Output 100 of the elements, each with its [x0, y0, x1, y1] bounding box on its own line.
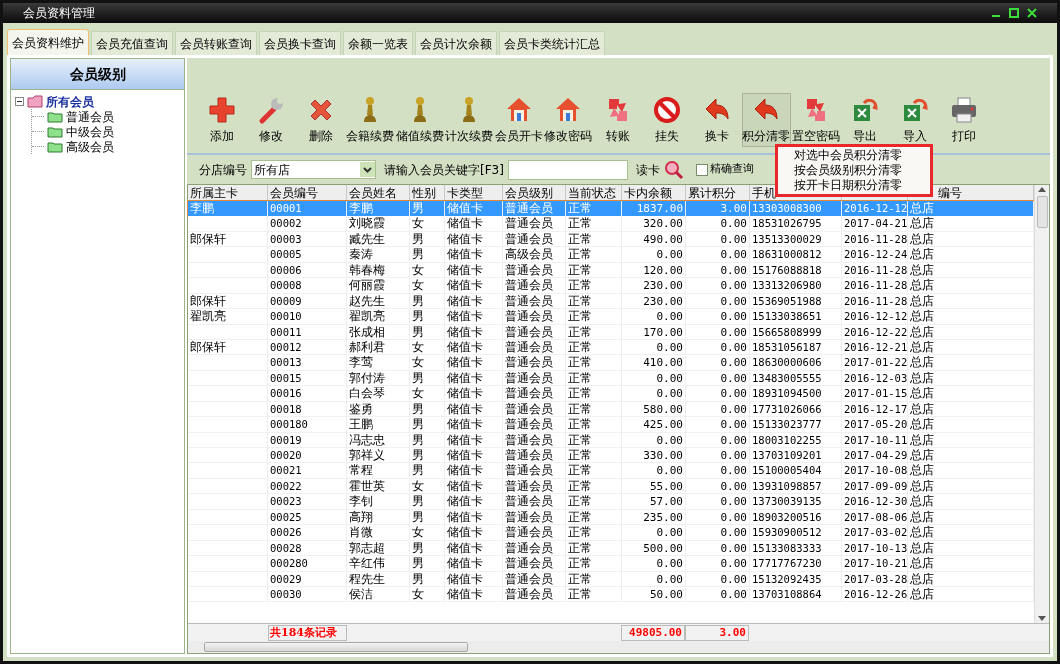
table-cell: 2016-12-24 [842, 247, 908, 262]
table-row[interactable]: 00020 郭祥义 男 储值卡 普通会员 正常 330.00 0.00 13703109201 2017-04-29 总店 [188, 448, 1034, 464]
table-cell: 男 [410, 401, 445, 417]
toolbar-button[interactable]: 置空密码 [791, 93, 841, 147]
table-row[interactable]: 00023 李钊 男 储值卡 普通会员 正常 57.00 0.00 13730039135 2016-12-30 总店 [188, 494, 1034, 510]
table-cell: 普通会员 [503, 355, 566, 370]
menu-item[interactable]: 对选中会员积分清零 [778, 148, 930, 163]
table-cell: 00030 [268, 586, 347, 602]
toolbar-button[interactable]: 积分清零 [741, 93, 791, 147]
toolbar-button[interactable]: 挂失 [642, 93, 692, 147]
table-cell: 2016-12-12 [842, 309, 908, 324]
tab[interactable]: 会员转账查询 [175, 31, 257, 55]
balance-total: 49805.00 [621, 624, 685, 641]
table-row[interactable]: 00005 秦涛 男 储值卡 高级会员 正常 0.00 0.00 18631000812 2016-12-24 总店 [188, 247, 1034, 263]
table-cell: 正常 [566, 417, 622, 432]
table-cell: 女 [410, 478, 445, 494]
toolbar-button[interactable]: 储值续费 [395, 93, 445, 147]
table-cell: 0.00 [622, 370, 686, 386]
table-cell: 何丽霞 [347, 278, 410, 293]
table-cell: 郝利君 [347, 339, 410, 355]
table-cell: 普通会员 [503, 401, 566, 417]
toolbar-button[interactable]: 删除 [296, 93, 346, 147]
table-cell: 2017-01-22 [842, 355, 908, 370]
table-cell: 普通会员 [503, 556, 566, 571]
search-icon[interactable] [663, 159, 684, 180]
table-cell: 0.00 [686, 216, 750, 231]
table-row[interactable]: 00013 李莺 女 储值卡 普通会员 正常 410.00 0.00 18630000606 2017-01-22 总店 [188, 355, 1034, 371]
table-cell: 正常 [566, 278, 622, 293]
table-row[interactable]: 翟凯亮 00010 翟凯亮 男 储值卡 普通会员 正常 0.00 0.00 15133038651 2016-12-12 总店 [188, 309, 1034, 325]
table-cell: 15132092435 [750, 571, 842, 586]
table-cell: 00022 [268, 478, 347, 494]
toolbar-button[interactable]: 会籍续费 [345, 93, 395, 147]
table-cell: 储值卡 [445, 339, 503, 355]
table-row[interactable]: 00016 白会琴 女 储值卡 普通会员 正常 0.00 0.00 18931094500 2017-01-15 总店 [188, 386, 1034, 402]
tab[interactable]: 会员换卡查询 [259, 31, 341, 55]
tab[interactable]: 余额一览表 [343, 31, 413, 55]
table-cell: 2016-12-30 [842, 494, 908, 509]
table-cell: 2016-12-17 [842, 401, 908, 417]
table-cell: 男 [410, 231, 445, 247]
table-cell: 韩春梅 [347, 262, 410, 278]
table-cell: 490.00 [622, 231, 686, 247]
table-cell: 正常 [566, 293, 622, 309]
table-cell: 肖微 [347, 525, 410, 540]
toolbar-button[interactable]: 修改 [246, 93, 296, 147]
exact-checkbox[interactable] [695, 163, 708, 176]
table-cell: 普通会员 [503, 216, 566, 231]
table-cell: 正常 [566, 231, 622, 247]
toolbar-button[interactable]: 会员开卡 [494, 93, 544, 147]
table-cell: 2016-12-22 [842, 324, 908, 339]
table-cell: 0.00 [686, 417, 750, 432]
table-row[interactable]: 000180 王鹏 男 储值卡 普通会员 正常 425.00 0.00 15133023777 2017-05-20 总店 [188, 417, 1034, 433]
toolbar-button[interactable]: 打印 [939, 93, 989, 147]
table-cell: 正常 [566, 586, 622, 602]
store-select[interactable]: 所有店 [251, 160, 376, 179]
table-cell: 普通会员 [503, 540, 566, 556]
table-cell: 储值卡 [445, 478, 503, 494]
table-cell: 55.00 [622, 478, 686, 494]
table-row[interactable]: 00021 常程 男 储值卡 普通会员 正常 0.00 0.00 15100005404 2017-10-08 总店 [188, 463, 1034, 479]
horizontal-scrollbar-thumb[interactable] [204, 642, 468, 652]
table-cell: 2017-04-21 [842, 216, 908, 231]
table-cell: 0.00 [686, 231, 750, 247]
table-cell: 正常 [566, 262, 622, 278]
table-cell: 2017-04-29 [842, 448, 908, 463]
table-cell: 15100005404 [750, 463, 842, 478]
tab[interactable]: 会员资料维护 [7, 29, 89, 55]
table-cell: 0.00 [622, 463, 686, 478]
collapse-toggle[interactable] [15, 97, 24, 106]
table-cell: 13513300029 [750, 231, 842, 247]
table-cell: 00008 [268, 278, 347, 293]
table-row[interactable]: 00026 肖微 女 储值卡 普通会员 正常 0.00 0.00 15930900512 2017-03-02 总店 [188, 525, 1034, 541]
table-cell: 2016-12-21 [842, 339, 908, 355]
scroll-down-icon[interactable] [1038, 616, 1046, 621]
table-row[interactable]: 00008 何丽霞 女 储值卡 普通会员 正常 230.00 0.00 13313206980 2016-11-28 总店 [188, 278, 1034, 294]
scrollbar-thumb[interactable] [1036, 196, 1048, 228]
menu-item[interactable]: 按会员级别积分清零 [778, 163, 930, 178]
tab[interactable]: 会员充值查询 [91, 31, 173, 55]
tab[interactable]: 会员卡类统计汇总 [499, 31, 605, 55]
table-cell: 2017-05-20 [842, 417, 908, 432]
toolbar-button[interactable]: 修改密码 [543, 93, 593, 147]
table-cell: 0.00 [686, 448, 750, 463]
table-cell: 正常 [566, 463, 622, 478]
toolbar-button[interactable]: 换卡 [692, 93, 742, 147]
table-cell: 2016-11-28 [842, 293, 908, 309]
toolbar-button[interactable]: 转账 [593, 93, 643, 147]
table-cell: 320.00 [622, 216, 686, 231]
keyword-field[interactable] [507, 159, 628, 180]
toolbar-button[interactable]: 添加 [197, 93, 247, 147]
table-row[interactable]: 000280 辛红伟 男 储值卡 普通会员 正常 0.00 0.00 17717767230 2017-10-21 总店 [188, 556, 1034, 572]
table-cell: 储值卡 [445, 293, 503, 309]
table-row[interactable]: 00002 刘晓霞 女 储值卡 普通会员 正常 320.00 0.00 18531026795 2017-04-21 总店 [188, 216, 1034, 232]
table-cell: 普通会员 [503, 262, 566, 278]
toolbar-button[interactable]: 计次续费 [444, 93, 494, 147]
close-icon[interactable] [1027, 8, 1037, 18]
vertical-scrollbar[interactable] [1034, 185, 1049, 623]
tab[interactable]: 会员计次余额 [415, 31, 497, 55]
table-cell: 储值卡 [445, 247, 503, 262]
maximize-icon[interactable] [1009, 8, 1019, 18]
table-cell: 正常 [566, 525, 622, 540]
table-cell: 15133023777 [750, 417, 842, 432]
scroll-up-icon[interactable] [1038, 187, 1046, 192]
